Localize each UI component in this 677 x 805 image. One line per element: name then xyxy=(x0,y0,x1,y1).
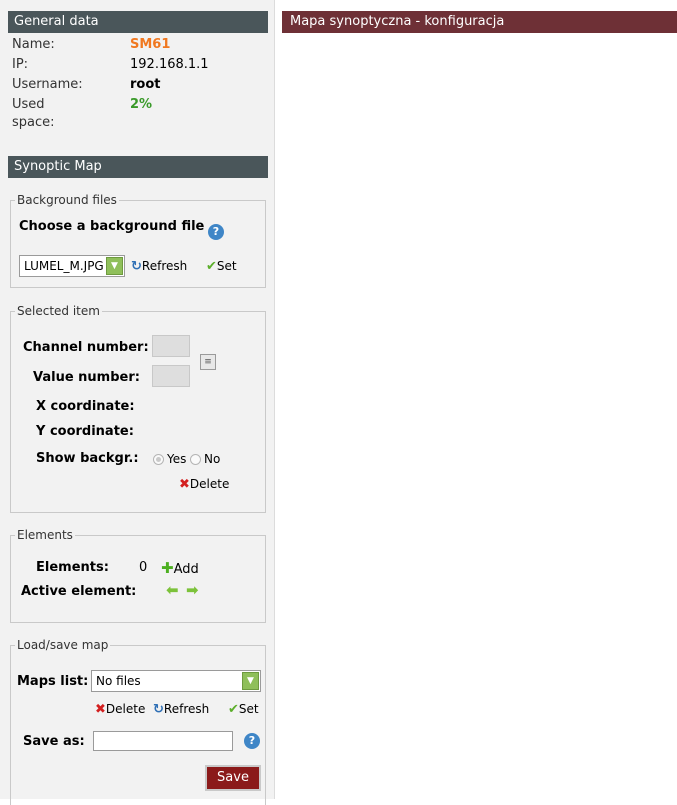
y-coordinate-label: Y coordinate: xyxy=(36,424,134,439)
value-number-label: Value number: xyxy=(33,370,140,385)
x-coordinate-label: X coordinate: xyxy=(36,399,135,414)
arrow-right-icon[interactable]: ➡ xyxy=(186,581,199,599)
delete-label: Delete xyxy=(105,702,146,716)
set-label: Set xyxy=(216,259,237,273)
name-label: Name: xyxy=(12,37,55,52)
main-header: Mapa synoptyczna - konfiguracja xyxy=(282,11,677,33)
name-value: SM61 xyxy=(130,37,171,52)
value-number-input[interactable] xyxy=(152,365,190,387)
sidebar-divider xyxy=(274,0,275,799)
username-value: root xyxy=(130,77,161,92)
ip-value: 192.168.1.1 xyxy=(130,57,209,72)
sidebar: General data Name: SM61 IP: 192.168.1.1 … xyxy=(0,0,274,805)
load-save-map-fieldset: Load/save map Maps list: No files ▼ ✖Del… xyxy=(10,638,266,805)
used-space-label: Used space: xyxy=(12,97,55,130)
background-file-value: LUMEL_M.JPG xyxy=(24,259,104,273)
add-label: Add xyxy=(173,562,199,577)
show-background-label: Show backgr.: xyxy=(36,451,139,466)
selected-item-fieldset: Selected item Channel number: ≡ Value nu… xyxy=(10,304,266,513)
channel-number-label: Channel number: xyxy=(23,340,149,355)
set-label: Set xyxy=(238,702,259,716)
chevron-down-icon: ▼ xyxy=(106,257,123,275)
save-as-label: Save as: xyxy=(23,734,85,749)
maps-list-select[interactable]: No files ▼ xyxy=(91,670,261,692)
x-icon: ✖ xyxy=(95,702,106,717)
elements-count: 0 xyxy=(139,560,148,575)
channel-number-input[interactable] xyxy=(152,335,190,357)
show-background-no-radio[interactable] xyxy=(190,454,201,465)
general-data-header: General data xyxy=(8,11,268,33)
refresh-label: Refresh xyxy=(163,702,210,716)
save-as-input[interactable] xyxy=(93,731,233,751)
load-save-map-legend: Load/save map xyxy=(15,638,111,652)
refresh-label: Refresh xyxy=(141,259,188,273)
plus-icon: ✚ xyxy=(161,559,174,577)
maps-list-value: No files xyxy=(96,674,141,688)
active-element-label: Active element: xyxy=(21,584,137,599)
selected-item-legend: Selected item xyxy=(15,304,102,318)
delete-label: Delete xyxy=(189,477,230,491)
elements-fieldset: Elements Elements: 0 ✚Add Active element… xyxy=(10,528,266,623)
help-icon[interactable]: ? xyxy=(208,224,224,240)
background-files-legend: Background files xyxy=(15,193,119,207)
refresh-icon: ↻ xyxy=(153,702,164,717)
background-files-fieldset: Background files Choose a background fil… xyxy=(10,193,266,288)
maps-list-label: Maps list: xyxy=(17,674,89,689)
x-icon: ✖ xyxy=(179,477,190,492)
ip-label: IP: xyxy=(12,57,29,72)
chevron-down-icon: ▼ xyxy=(242,672,259,690)
show-background-yes-radio[interactable] xyxy=(153,454,164,465)
background-refresh-button[interactable]: ↻Refresh xyxy=(131,259,187,274)
maps-set-button[interactable]: ✔Set xyxy=(228,702,259,717)
save-button[interactable]: Save xyxy=(205,765,261,791)
background-file-select[interactable]: LUMEL_M.JPG ▼ xyxy=(19,255,125,277)
background-set-button[interactable]: ✔Set xyxy=(206,259,237,274)
checkmark-icon: ✔ xyxy=(228,702,239,717)
yes-label: Yes xyxy=(167,452,187,466)
arrow-left-icon[interactable]: ⬅ xyxy=(166,581,179,599)
selected-item-delete-button[interactable]: ✖Delete xyxy=(179,477,229,492)
choose-background-label: Choose a background file xyxy=(19,219,205,234)
elements-legend: Elements xyxy=(15,528,75,542)
maps-refresh-button[interactable]: ↻Refresh xyxy=(153,702,209,717)
elements-label: Elements: xyxy=(36,560,109,575)
add-element-button[interactable]: ✚Add xyxy=(161,559,199,577)
synoptic-map-header: Synoptic Map xyxy=(8,156,268,178)
help-icon[interactable]: ? xyxy=(244,733,260,749)
refresh-icon: ↻ xyxy=(131,259,142,274)
list-picker-icon[interactable]: ≡ xyxy=(200,354,216,370)
username-label: Username: xyxy=(12,77,83,92)
maps-delete-button[interactable]: ✖Delete xyxy=(95,702,145,717)
used-space-value: 2% xyxy=(130,97,153,112)
checkmark-icon: ✔ xyxy=(206,259,217,274)
no-label: No xyxy=(204,452,221,466)
